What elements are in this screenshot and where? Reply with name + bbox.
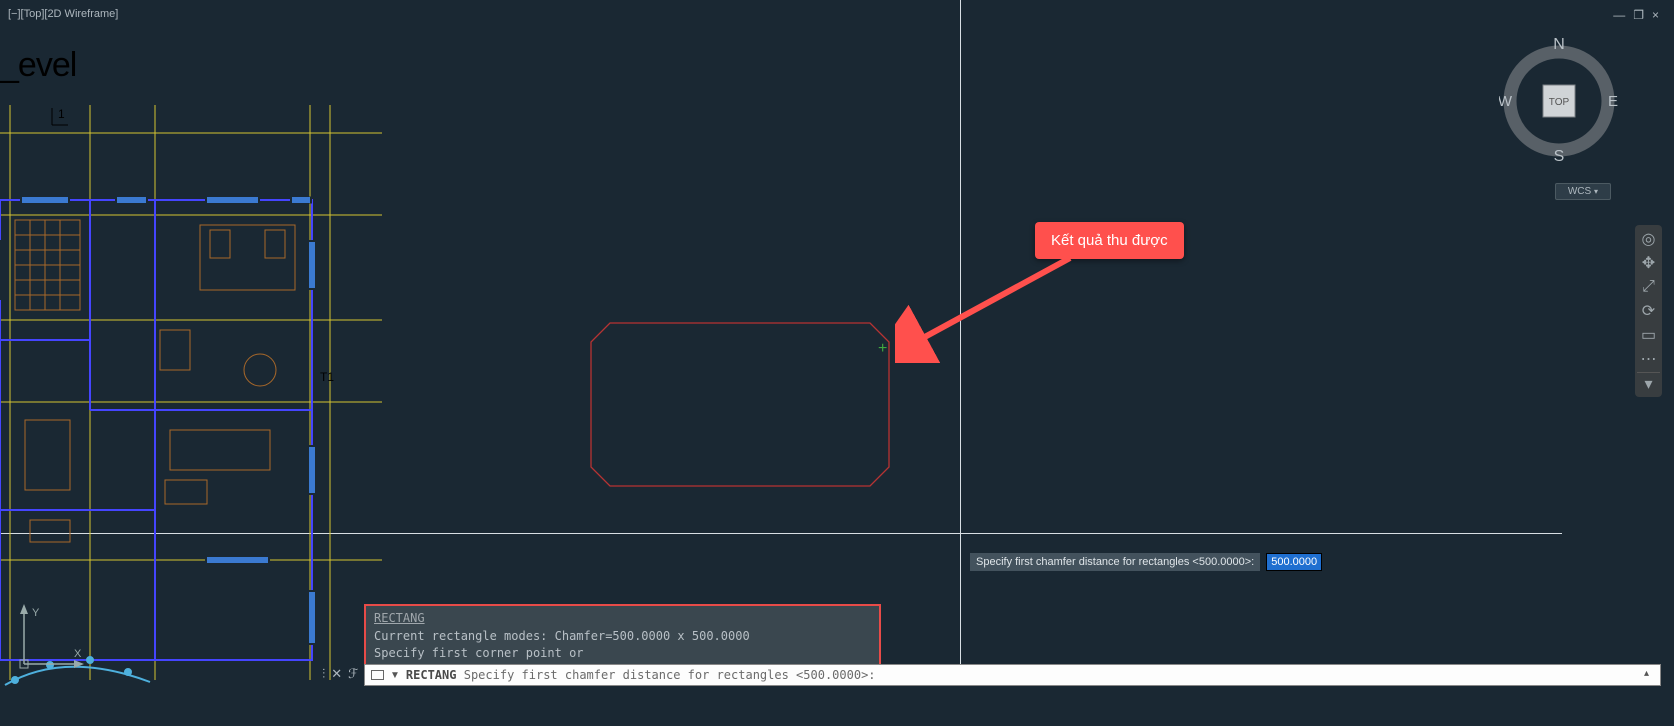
navigation-bar: ◎ ✥ ⤢ ⟳ ▭ ⋯ ▾ [1635,225,1662,397]
cmdline-handle-icon[interactable]: ⫶ [322,666,325,682]
commandline-toggles: ⫶ ✕ ℱ [322,666,358,682]
ucs-icon[interactable]: Y X [12,601,87,676]
cmdline-dropdown-icon[interactable]: ▼ [390,670,400,681]
viewcube[interactable]: TOP N S W E [1499,35,1619,165]
wcs-dropdown[interactable]: WCS ▾ [1555,183,1611,200]
svg-text:N: N [1553,36,1565,53]
nav-collapse-icon[interactable]: ▾ [1637,372,1660,394]
minimize-button[interactable]: — [1613,8,1625,22]
svg-text:1: 1 [58,107,65,121]
fullnav-wheel-icon[interactable]: ◎ [1637,228,1660,250]
svg-text:W: W [1499,93,1513,110]
cmdline-text: RECTANG Specify first chamfer distance f… [406,668,876,682]
svg-text:S: S [1554,148,1565,165]
restore-button[interactable]: ❐ [1633,8,1644,22]
dynamic-input: Specify first chamfer distance for recta… [970,553,1322,571]
chamfered-rectangle[interactable] [590,322,890,487]
svg-text:Y: Y [32,607,40,619]
cmdline-config-icon[interactable]: ℱ [348,666,358,682]
orbit-icon[interactable]: ⟳ [1637,300,1660,322]
window-controls: — ❐ × [1613,8,1659,22]
showhide-icon[interactable]: ▭ [1637,324,1660,346]
close-button[interactable]: × [1652,8,1659,22]
view-label[interactable]: [−][Top][2D Wireframe] [8,8,118,20]
svg-text:TOP: TOP [1549,97,1570,108]
dynamic-input-value[interactable]: 500.0000 [1266,553,1322,571]
zoom-extents-icon[interactable]: ⤢ [1637,276,1660,298]
nav-more-icon[interactable]: ⋯ [1637,348,1660,370]
cmdline-close-icon[interactable]: ✕ [331,666,342,682]
cursor-cross-icon: + [878,340,887,358]
cmd-history-line1: RECTANG [374,611,425,625]
cmdline-rect-icon [371,670,384,680]
cmd-history-line2: Current rectangle modes: Chamfer=500.000… [374,628,871,645]
svg-text:E: E [1608,93,1618,110]
marker-t1: T1 [320,370,334,384]
dynamic-input-prompt: Specify first chamfer distance for recta… [970,553,1260,571]
svg-text:X: X [74,648,82,660]
cmdline-history-up-icon[interactable]: ▴ [1644,668,1656,680]
annotation-arrow-icon [895,253,1095,363]
pan-icon[interactable]: ✥ [1637,252,1660,274]
command-line[interactable]: ▼ RECTANG Specify first chamfer distance… [364,664,1661,686]
